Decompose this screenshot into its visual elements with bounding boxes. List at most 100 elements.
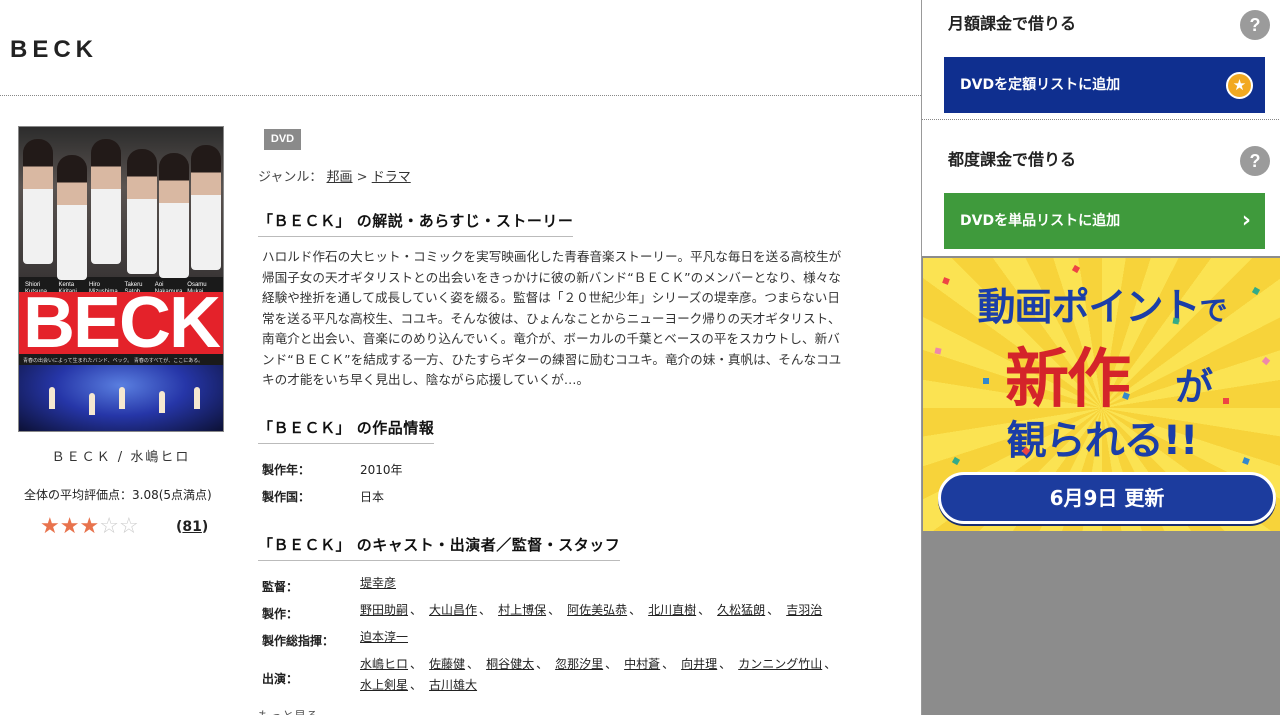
monthly-heading: 月額課金で借りる: [948, 14, 1077, 33]
actor-link[interactable]: 水上剣星: [360, 678, 408, 692]
confetti-decoration: [934, 347, 942, 355]
actor-link[interactable]: 水嶋ヒロ: [360, 657, 408, 671]
country-value: 日本: [360, 490, 385, 504]
star-icon: ★: [79, 514, 100, 539]
banner-line-1: 動画ポイントで: [923, 276, 1280, 331]
add-to-monthly-list-button[interactable]: DVDを定額リストに追加 ★: [944, 57, 1265, 113]
list-separator: 、: [536, 657, 549, 671]
producer-link[interactable]: 北川直樹: [648, 603, 696, 617]
star-icon: ★: [59, 514, 80, 539]
more-link[interactable]: もっと見る: [258, 707, 318, 715]
producer-link[interactable]: 吉羽治: [786, 603, 822, 617]
poster-figure: [91, 139, 121, 264]
poster-performer: [119, 387, 125, 409]
confetti-decoration: [1172, 317, 1180, 325]
poster-caption: ＢＥＣＫ / 水嶋ヒロ: [51, 450, 191, 465]
sidebar-divider: [922, 119, 1280, 120]
single-button-label: DVDを単品リストに追加: [960, 213, 1121, 229]
actor-link[interactable]: 忽那汐里: [555, 657, 603, 671]
question-circle-icon[interactable]: ?: [1240, 146, 1270, 176]
country-label: 製作国：: [262, 490, 311, 504]
list-separator: 、: [629, 603, 642, 617]
poster-figure: [23, 139, 53, 264]
producer-link[interactable]: 村上博保: [498, 603, 546, 617]
poster-figure: [127, 149, 157, 274]
director-links: 堤幸彦: [360, 573, 855, 594]
review-count[interactable]: (81): [176, 519, 208, 535]
genre-breadcrumb: ジャンル： 邦画 > ドラマ: [258, 166, 411, 185]
list-separator: 、: [548, 603, 561, 617]
list-separator: 、: [410, 657, 423, 671]
rental-panel: 月額課金で借りる ? DVDを定額リストに追加 ★ 都度課金で借りる ? DVD…: [922, 0, 1280, 256]
average-rating-text: 全体の平均評価点：3.08(5点満点): [24, 488, 212, 502]
list-separator: 、: [479, 603, 492, 617]
poster-performer: [49, 387, 55, 409]
poster-image[interactable]: Shiori Kutsuna Kenta Kiritani Hiro Mizus…: [18, 126, 224, 432]
actors-label: 出演：: [262, 672, 299, 686]
media-type-badge: DVD: [264, 129, 301, 150]
producer-link[interactable]: 阿佐美弘恭: [567, 603, 627, 617]
poster-logo: BECK: [19, 287, 223, 359]
star-icon: ☆: [99, 514, 119, 539]
star-badge-icon: ★: [1226, 72, 1253, 99]
question-circle-icon[interactable]: ?: [1240, 10, 1270, 40]
review-count-link[interactable]: 81: [182, 519, 201, 535]
header-divider: [0, 95, 921, 96]
producer-link[interactable]: 久松猛朗: [717, 603, 765, 617]
banner-line-1-main: 動画ポイント: [977, 285, 1200, 329]
actor-link[interactable]: 古川雄大: [429, 678, 477, 692]
confetti-decoration: [1261, 356, 1271, 366]
genre-link-parent[interactable]: 邦画: [327, 170, 353, 185]
synopsis-heading: 「ＢＥＣＫ」 の解説・あらすじ・ストーリー: [258, 210, 574, 237]
video-point-banner[interactable]: 動画ポイントで 新作 が 観られる!! 6月9日 更新: [923, 258, 1280, 531]
monthly-button-label: DVDを定額リストに追加: [960, 77, 1121, 93]
actor-link[interactable]: 向井理: [681, 657, 717, 671]
exec-producer-label: 製作総指揮：: [262, 634, 335, 648]
producer-links: 野田助嗣、大山昌作、村上博保、阿佐美弘恭、北川直樹、久松猛朗、吉羽治: [360, 600, 855, 621]
list-separator: 、: [605, 657, 618, 671]
poster-concert-stage: [19, 365, 223, 431]
star-icon: ★: [40, 514, 60, 539]
info-heading: 「ＢＥＣＫ」 の作品情報: [258, 417, 435, 444]
rating-stars: ★ ★ ★ ☆ ☆: [40, 515, 139, 539]
page-title: BECK: [10, 36, 99, 63]
actor-link[interactable]: カンニング竹山: [738, 657, 822, 671]
list-separator: 、: [719, 657, 732, 671]
poster-tagline: 青春の出会いによって生まれたバンド、ベック。 青春のすべてが、ここにある。: [23, 358, 204, 364]
poster-photo-band: [19, 127, 223, 280]
banner-update-date: 6月9日 更新: [938, 472, 1276, 524]
genre-link-child[interactable]: ドラマ: [372, 170, 411, 185]
actor-link[interactable]: 桐谷健太: [486, 657, 534, 671]
genre-separator: >: [356, 170, 368, 185]
poster-figure: [159, 153, 189, 278]
year-value: 2010年: [360, 463, 403, 477]
actor-links: 水嶋ヒロ、佐藤健、桐谷健太、忽那汐里、中村蒼、向井理、カンニング竹山 、水上剣星、…: [360, 654, 855, 696]
director-label: 監督：: [262, 580, 299, 594]
list-separator: 、: [662, 657, 675, 671]
chevron-right-icon: ›: [1241, 208, 1251, 233]
add-to-single-list-button[interactable]: DVDを単品リストに追加 ›: [944, 193, 1265, 249]
synopsis-text: ハロルド作石の大ヒット・コミックを実写映画化した青春音楽ストーリー。平凡な毎日を…: [262, 249, 842, 387]
banner-line-1-suffix: で: [1199, 294, 1228, 327]
poster-performer: [159, 391, 165, 413]
list-separator: 、: [467, 657, 480, 671]
poster-figure: [191, 145, 221, 270]
list-separator: 、: [698, 603, 711, 617]
producer-label: 製作：: [262, 607, 299, 621]
list-separator: 、: [824, 657, 837, 671]
director-link[interactable]: 堤幸彦: [360, 576, 396, 590]
producer-link[interactable]: 野田助嗣: [360, 603, 408, 617]
banner-line-3: 観られる!!: [1006, 418, 1198, 464]
exec-producer-links: 迫本淳一: [360, 627, 855, 648]
poster-figure: [57, 155, 87, 280]
list-separator: 、: [767, 603, 780, 617]
list-separator: 、: [410, 603, 423, 617]
poster-performer: [89, 393, 95, 415]
actor-link[interactable]: 佐藤健: [429, 657, 465, 671]
producer-link[interactable]: 大山昌作: [429, 603, 477, 617]
cast-heading: 「ＢＥＣＫ」 のキャスト・出演者／監督・スタッフ: [258, 534, 621, 561]
actor-link[interactable]: 中村蒼: [624, 657, 660, 671]
single-heading: 都度課金で借りる: [948, 150, 1077, 169]
poster-performer: [194, 387, 200, 409]
exec-producer-link[interactable]: 迫本淳一: [360, 630, 408, 644]
